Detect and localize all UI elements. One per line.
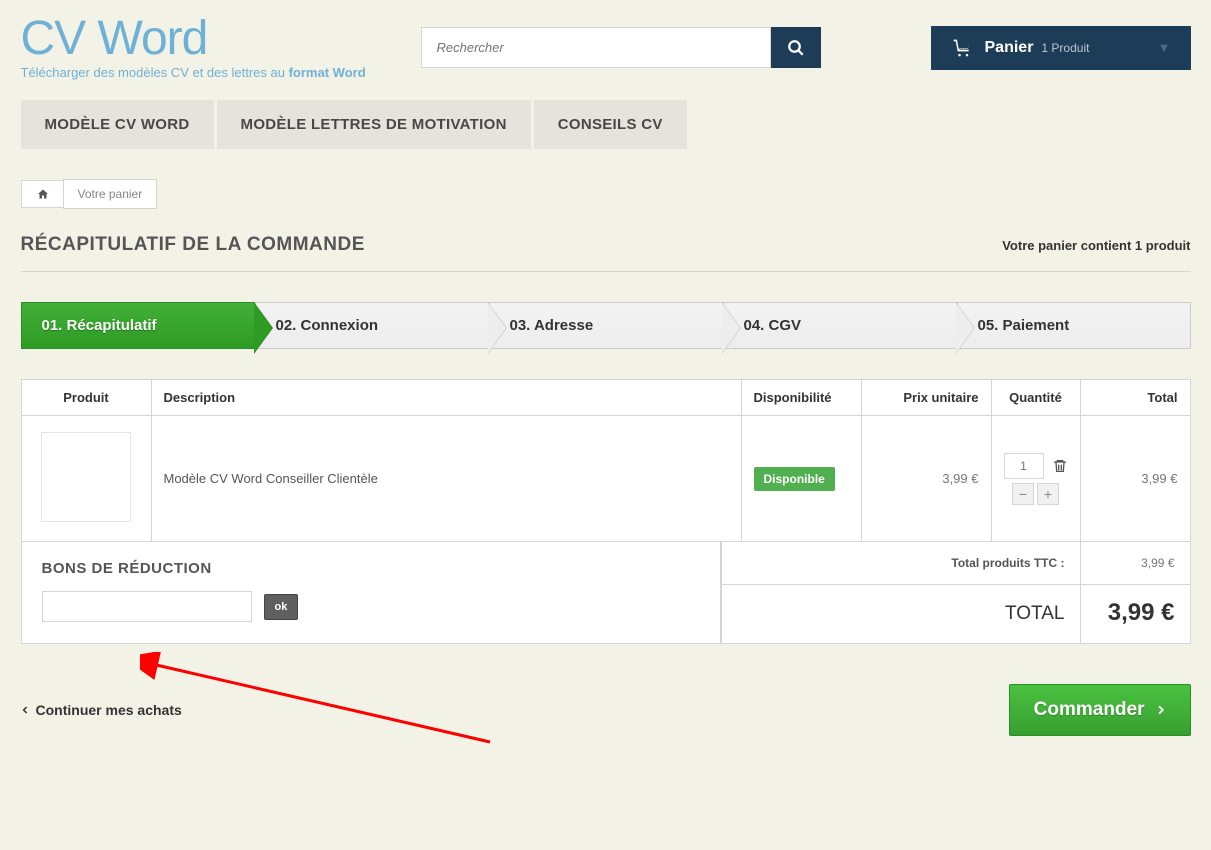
totals-box: Total produits TTC : 3,99 € TOTAL 3,99 € [721, 542, 1191, 644]
col-product: Produit [21, 380, 151, 416]
search-form [421, 27, 821, 68]
nav-lettres[interactable]: MODÈLE LETTRES DE MOTIVATION [217, 100, 531, 149]
search-button[interactable] [771, 27, 821, 68]
availability-badge: Disponible [754, 467, 835, 491]
cart-table: Produit Description Disponibilité Prix u… [21, 379, 1191, 542]
search-icon [787, 39, 805, 57]
continue-shopping-link[interactable]: Continuer mes achats [21, 702, 182, 718]
grand-total-label: TOTAL [721, 585, 1080, 644]
cart-icon [951, 38, 973, 58]
breadcrumb-home[interactable] [21, 180, 64, 208]
quantity-input[interactable] [1004, 453, 1044, 479]
voucher-title: BONS DE RÉDUCTION [42, 560, 700, 577]
product-thumbnail[interactable] [41, 432, 131, 522]
nav-cv-word[interactable]: MODÈLE CV WORD [21, 100, 214, 149]
col-description: Description [151, 380, 741, 416]
trash-icon [1052, 457, 1068, 475]
step-recap: 01. Récapitulatif [21, 302, 255, 349]
col-unit-price: Prix unitaire [861, 380, 991, 416]
step-login[interactable]: 02. Connexion [255, 302, 489, 349]
grand-total-value: 3,99 € [1080, 585, 1190, 644]
voucher-input[interactable] [42, 591, 252, 622]
breadcrumb: Votre panier [21, 179, 1191, 209]
col-total: Total [1080, 380, 1190, 416]
cart-widget[interactable]: Panier 1 Produit ▼ [931, 26, 1191, 70]
breadcrumb-current: Votre panier [63, 179, 158, 209]
tagline: Télécharger des modèles CV et des lettre… [21, 65, 391, 80]
total-products-value: 3,99 € [1080, 542, 1190, 585]
page-title: RÉCAPITULATIF DE LA COMMANDE [21, 234, 365, 256]
remove-item-button[interactable] [1052, 457, 1068, 475]
cart-count: 1 Produit [1041, 41, 1089, 55]
line-total: 3,99 € [1080, 416, 1190, 542]
product-description[interactable]: Modèle CV Word Conseiller Clientèle [151, 416, 741, 542]
voucher-box: BONS DE RÉDUCTION ok [21, 542, 721, 644]
col-quantity: Quantité [991, 380, 1080, 416]
logo: CV Word [21, 15, 391, 63]
logo-block[interactable]: CV Word Télécharger des modèles CV et de… [21, 15, 391, 80]
step-payment[interactable]: 05. Paiement [957, 302, 1191, 349]
step-address[interactable]: 03. Adresse [489, 302, 723, 349]
chevron-right-icon [1155, 702, 1166, 718]
chevron-left-icon [21, 703, 30, 717]
cart-summary-text: Votre panier contient 1 produit [1002, 238, 1190, 253]
col-availability: Disponibilité [741, 380, 861, 416]
total-products-label: Total produits TTC : [721, 542, 1080, 585]
search-input[interactable] [421, 27, 771, 68]
quantity-minus-button[interactable]: − [1012, 483, 1034, 505]
cart-label: Panier [985, 39, 1034, 57]
voucher-submit-button[interactable]: ok [264, 594, 299, 620]
main-nav: MODÈLE CV WORD MODÈLE LETTRES DE MOTIVAT… [21, 100, 1191, 149]
step-cgv[interactable]: 04. CGV [723, 302, 957, 349]
quantity-plus-button[interactable]: + [1037, 483, 1059, 505]
unit-price: 3,99 € [861, 416, 991, 542]
order-button[interactable]: Commander [1009, 684, 1191, 736]
home-icon [36, 188, 50, 200]
table-row: Modèle CV Word Conseiller Clientèle Disp… [21, 416, 1190, 542]
nav-conseils[interactable]: CONSEILS CV [534, 100, 687, 149]
chevron-down-icon: ▼ [1158, 40, 1171, 55]
checkout-steps: 01. Récapitulatif 02. Connexion 03. Adre… [21, 302, 1191, 349]
